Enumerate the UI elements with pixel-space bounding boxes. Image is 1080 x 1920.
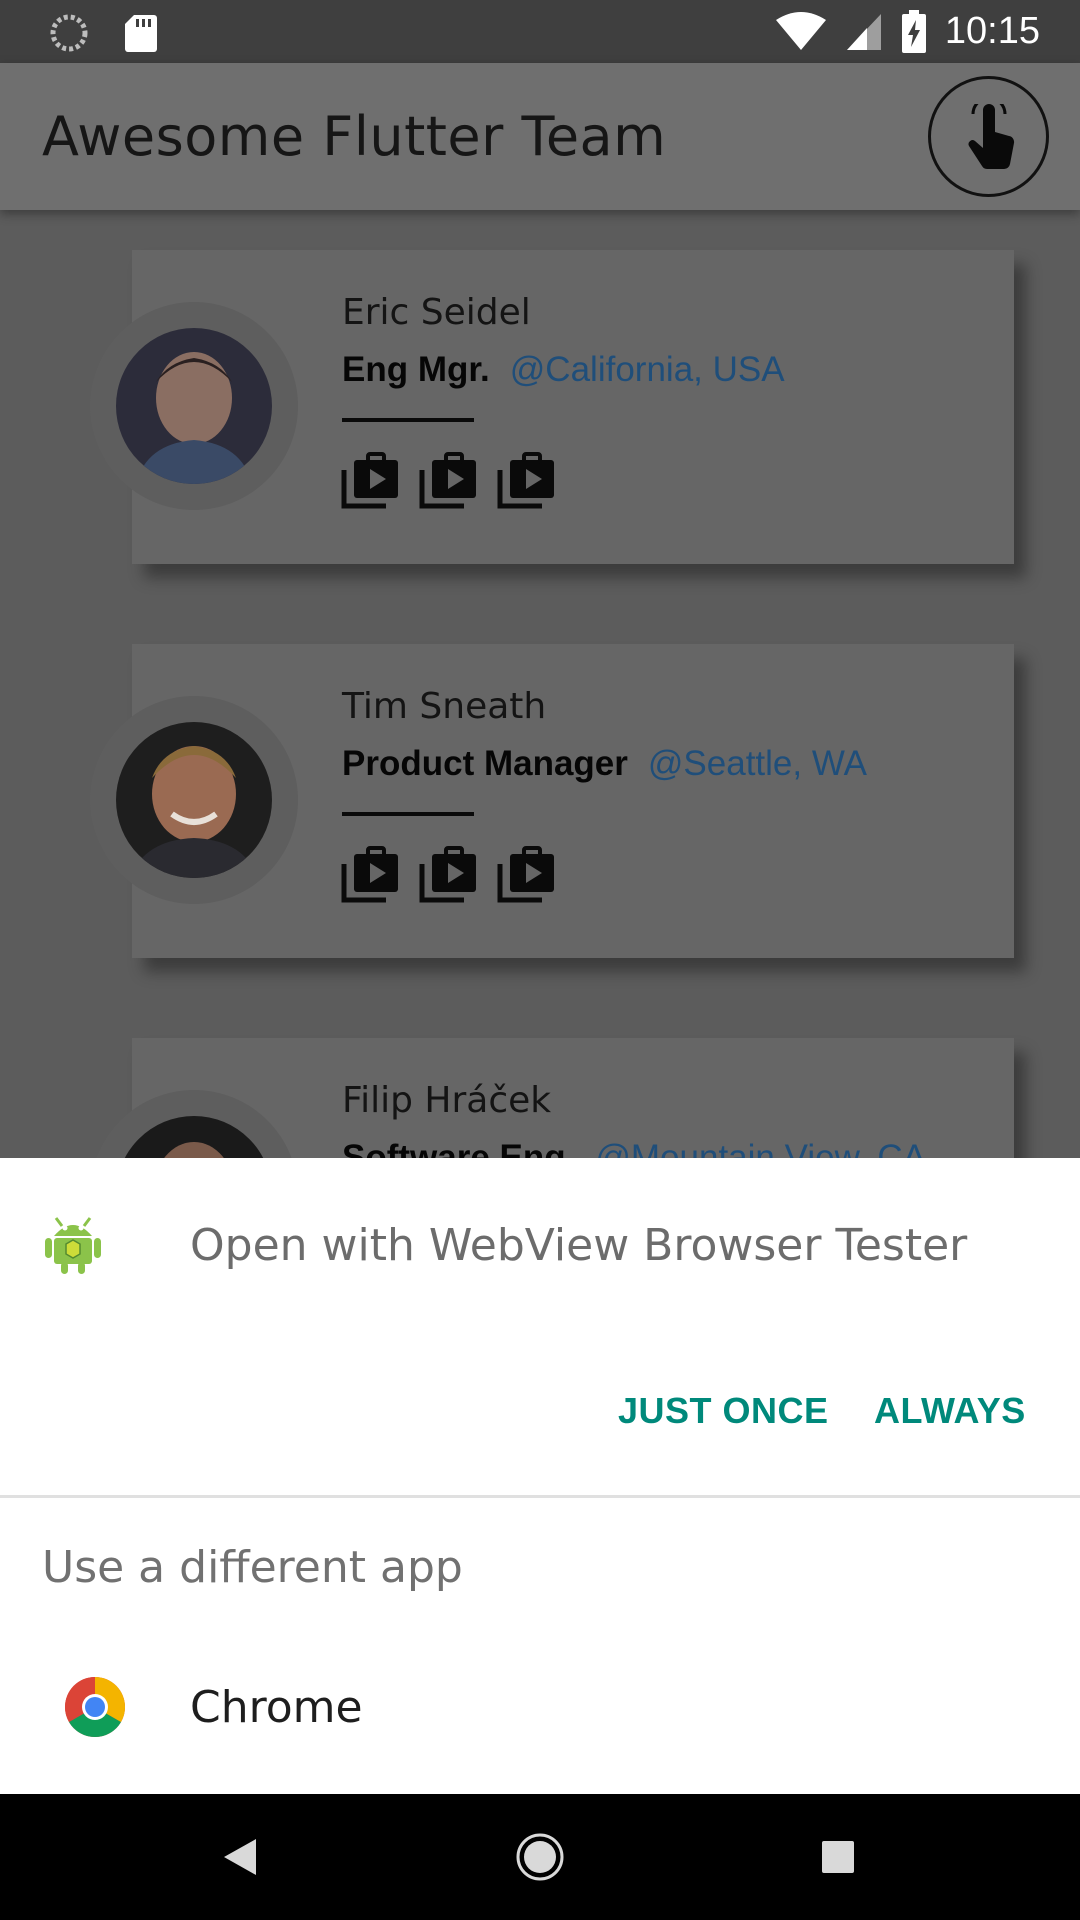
wifi-icon <box>775 11 826 50</box>
team-list[interactable]: Eric Seidel Eng Mgr. @California, USA Ti… <box>0 210 1080 1158</box>
member-name: Eric Seidel <box>342 292 531 333</box>
just-once-button[interactable]: JUST ONCE <box>618 1390 829 1432</box>
avatar-ring <box>90 696 298 904</box>
sd-card-icon <box>125 15 157 52</box>
video-library-icon[interactable] <box>340 846 400 906</box>
home-icon <box>516 1833 564 1881</box>
page-title: Awesome Flutter Team <box>42 105 667 168</box>
open-with-sheet: Open with WebView Browser Tester JUST ON… <box>0 1158 1080 1794</box>
divider <box>342 418 474 422</box>
member-location[interactable]: @California, USA <box>510 350 785 390</box>
touch-app-icon <box>968 103 1014 169</box>
status-time: 10:15 <box>944 10 1040 52</box>
video-library-icon[interactable] <box>418 846 478 906</box>
back-icon <box>224 1839 256 1875</box>
avatar <box>116 328 272 484</box>
status-bar: 10:15 <box>0 0 1080 63</box>
avatar <box>116 722 272 878</box>
member-location[interactable]: @Mountain View, CA <box>595 1138 926 1158</box>
video-library-icon[interactable] <box>496 452 556 512</box>
member-location[interactable]: @Seattle, WA <box>648 744 867 784</box>
avatar-ring <box>90 302 298 510</box>
video-library-icon[interactable] <box>340 452 400 512</box>
android-app-icon <box>45 1217 101 1274</box>
dialog-title: Open with WebView Browser Tester <box>190 1220 968 1271</box>
loading-icon <box>50 14 88 52</box>
video-library-icon[interactable] <box>496 846 556 906</box>
member-role: Eng Mgr. <box>342 350 490 389</box>
touch-action-button[interactable] <box>928 76 1049 197</box>
member-role: Product Manager <box>342 744 628 783</box>
team-card[interactable]: Eric Seidel Eng Mgr. @California, USA <box>90 250 1014 564</box>
avatar-ring <box>90 1090 298 1158</box>
divider <box>342 812 474 816</box>
back-button[interactable] <box>180 1794 300 1920</box>
member-name: Filip Hráček <box>342 1080 552 1121</box>
navigation-bar <box>0 1794 1080 1920</box>
app-option-chrome[interactable]: Chrome <box>0 1676 1080 1794</box>
app-option-label: Chrome <box>190 1682 363 1733</box>
member-name: Tim Sneath <box>342 686 547 727</box>
team-card[interactable]: Tim Sneath Product Manager @Seattle, WA <box>90 644 1014 958</box>
cell-signal-icon <box>846 13 881 50</box>
recents-icon <box>822 1841 854 1873</box>
other-apps-header: Use a different app <box>42 1542 463 1593</box>
avatar <box>116 1116 272 1158</box>
divider <box>0 1495 1080 1498</box>
always-button[interactable]: ALWAYS <box>874 1390 1026 1432</box>
battery-charging-icon <box>901 9 926 53</box>
chrome-icon <box>64 1677 126 1738</box>
member-role: Software Eng. <box>342 1138 576 1158</box>
video-library-icon[interactable] <box>418 452 478 512</box>
team-card[interactable]: Filip Hráček Software Eng. @Mountain Vie… <box>90 1038 1014 1158</box>
home-button[interactable] <box>480 1794 600 1920</box>
recents-button[interactable] <box>778 1794 898 1920</box>
app-bar: Awesome Flutter Team <box>0 63 1080 210</box>
